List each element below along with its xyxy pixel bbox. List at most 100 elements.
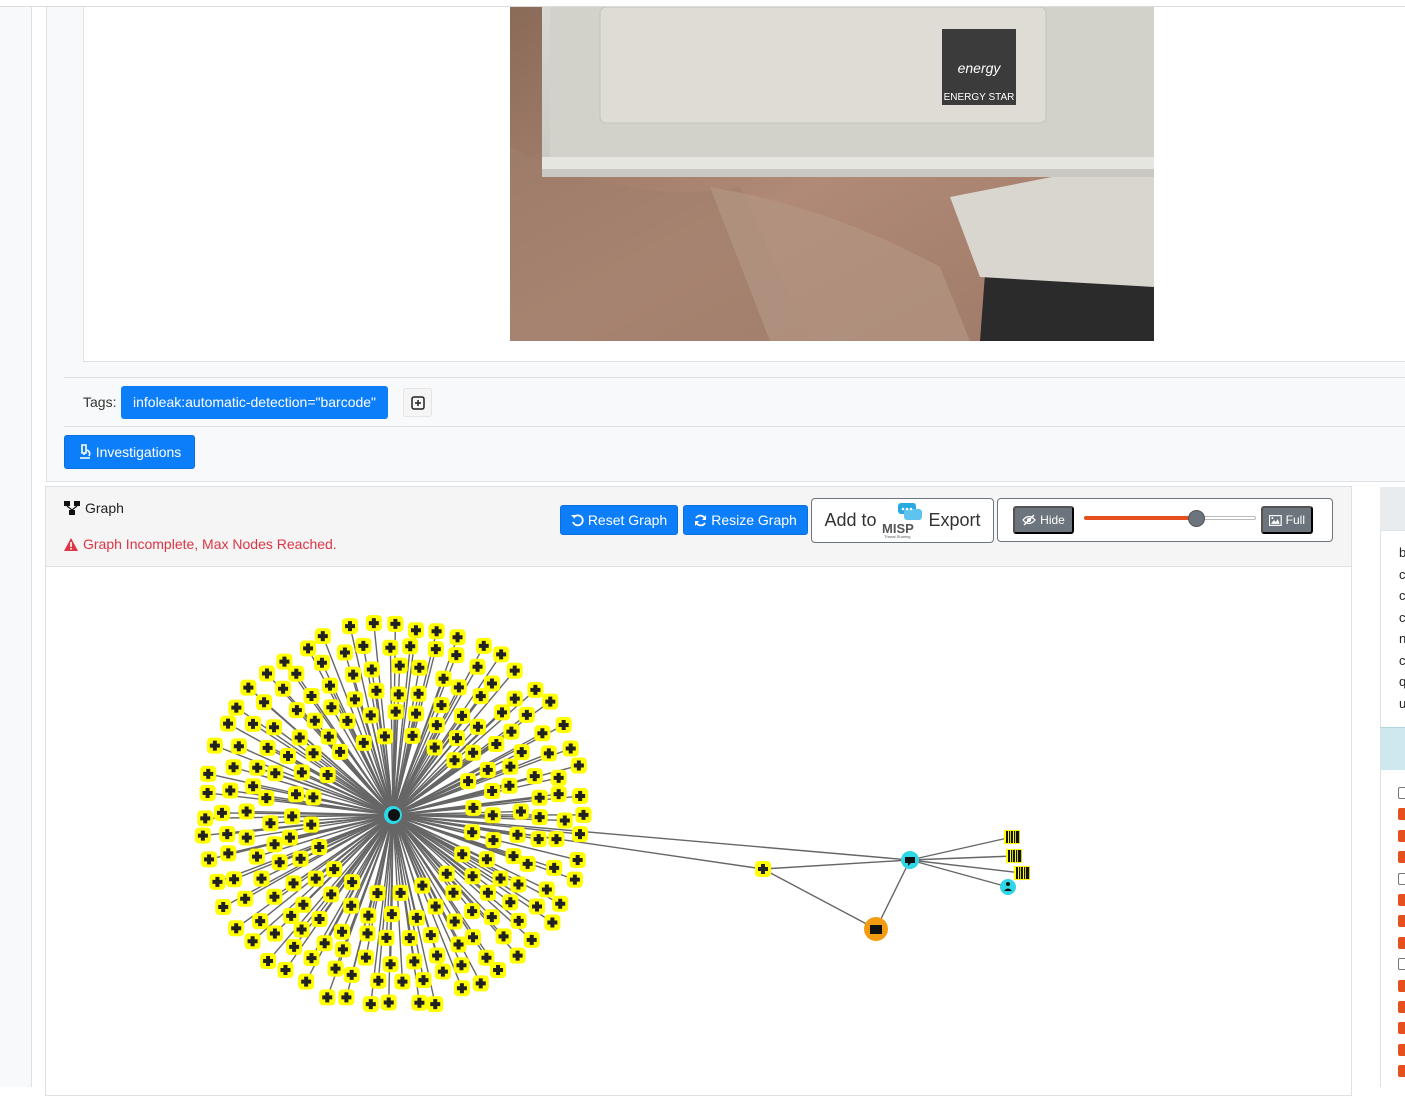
graph-node-object[interactable] [755,861,771,877]
graph-node-object[interactable] [228,700,244,716]
graph-node-object[interactable] [505,848,521,864]
graph-node-object[interactable] [393,885,409,901]
graph-node-object[interactable] [358,950,374,966]
graph-node-object[interactable] [454,708,470,724]
right-panel-checkbox[interactable] [1398,1001,1405,1013]
graph-node-object[interactable] [220,716,236,732]
graph-node-object[interactable] [338,989,354,1005]
graph-node-object[interactable] [411,660,427,676]
graph-node-object[interactable] [337,645,353,661]
graph-node-object[interactable] [288,786,304,802]
graph-node-object[interactable] [289,702,305,718]
graph-node-object[interactable] [381,994,397,1010]
full-button[interactable]: Full [1261,506,1313,534]
graph-node-object[interactable] [541,745,557,761]
graph-node-object[interactable] [531,831,547,847]
graph-node-object[interactable] [366,615,382,631]
graph-node-object[interactable] [252,913,268,929]
graph-node-object[interactable] [377,728,393,744]
hide-button[interactable]: Hide [1013,506,1074,534]
right-panel-checkbox[interactable] [1398,937,1405,949]
graph-node-object[interactable] [200,766,216,782]
graph-node-object[interactable] [464,903,480,919]
graph-node-object[interactable] [464,824,480,840]
graph-node-object[interactable] [282,830,298,846]
graph-node-object[interactable] [572,826,588,842]
graph-node-object[interactable] [266,889,282,905]
graph-node-object[interactable] [304,950,320,966]
right-panel-checkbox[interactable] [1398,894,1405,906]
graph-node-object[interactable] [402,638,418,654]
graph-node-object[interactable] [319,989,335,1005]
graph-node-object[interactable] [484,783,500,799]
graph-node-object[interactable] [473,688,489,704]
graph-node-object[interactable] [256,694,272,710]
object-image[interactable]: energy ENERGY STAR [510,7,1154,341]
graph-node-object[interactable] [423,927,439,943]
graph-node-object[interactable] [228,920,244,936]
graph-node-object[interactable] [292,730,308,746]
graph-node-object[interactable] [262,815,278,831]
add-to-misp-export-button[interactable]: Add to MISP Threat Sharing Export [811,498,994,543]
graph-node-object[interactable] [343,898,359,914]
graph-node-object[interactable] [470,659,486,675]
barcode-icon[interactable] [1006,849,1022,863]
graph-node-object[interactable] [388,704,404,720]
graph-node-object[interactable] [378,930,394,946]
graph-node-object[interactable] [485,832,501,848]
graph-node-object[interactable] [384,906,400,922]
graph-node-object[interactable] [465,800,481,816]
graph-node-object[interactable] [207,738,223,754]
graph-node-object[interactable] [570,852,586,868]
graph-node-object[interactable] [231,738,247,754]
graph-node-object[interactable] [311,911,327,927]
graph-node-object[interactable] [433,697,449,713]
graph-node-object[interactable] [514,744,530,760]
graph-node-object[interactable] [317,935,333,951]
graph-node-object[interactable] [428,899,444,915]
graph-node-object[interactable] [510,876,526,892]
graph-node-object[interactable] [226,871,242,887]
graph-node-object[interactable] [532,809,548,825]
graph-node-object[interactable] [320,767,336,783]
graph-node-object[interactable] [253,871,269,887]
graph-node-object[interactable] [237,891,253,907]
right-panel-checkbox[interactable] [1398,873,1405,885]
graph-node-object[interactable] [334,924,350,940]
graph-node-object[interactable] [411,686,427,702]
graph-node-object[interactable] [513,804,529,820]
graph-node-object[interactable] [520,856,536,872]
graph-node-object[interactable] [575,807,591,823]
graph-node-object[interactable] [219,826,235,842]
graph-node-object[interactable] [519,707,535,723]
graph-node-object[interactable] [249,849,265,865]
graph-node-object[interactable] [402,930,418,946]
chat-icon[interactable] [901,851,919,869]
graph-node-object[interactable] [267,926,283,942]
graph-node-object[interactable] [484,909,500,925]
graph-node-object[interactable] [507,691,523,707]
graph-node-object[interactable] [551,770,567,786]
graph-node-object[interactable] [480,762,496,778]
graph-node-object[interactable] [339,713,355,729]
graph-node-object[interactable] [408,706,424,722]
graph-node-object[interactable] [326,861,342,877]
graph-node-object[interactable] [529,899,545,915]
graph-node-object[interactable] [249,760,265,776]
graph-node-object[interactable] [267,836,283,852]
user-group-icon[interactable] [388,809,400,821]
graph-node-object[interactable] [542,694,558,710]
graph-node-object[interactable] [364,662,380,678]
graph-node-object[interactable] [201,851,217,867]
graph-node-object[interactable] [284,808,300,824]
graph-node-object[interactable] [391,686,407,702]
graph-node-object[interactable] [272,854,288,870]
graph-node-object[interactable] [409,910,425,926]
reset-graph-button[interactable]: Reset Graph [560,505,678,535]
graph-node-object[interactable] [323,699,339,715]
graph-node-object[interactable] [303,817,319,833]
graph-node-object[interactable] [286,939,302,955]
graph-node-object[interactable] [300,640,316,656]
graph-node-object[interactable] [200,785,216,801]
graph-node-object[interactable] [480,885,496,901]
